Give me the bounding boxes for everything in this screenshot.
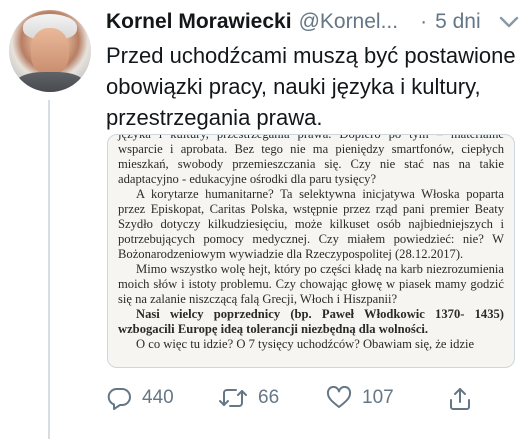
author-avatar[interactable]: [9, 10, 91, 92]
reply-icon: [107, 388, 131, 410]
reply-count: 440: [142, 387, 174, 408]
avatar-body: [15, 72, 85, 92]
document-paragraph: języka i kultury, przestrzegania prawa. …: [118, 134, 504, 186]
retweet-icon: [219, 389, 247, 407]
tweet-actions: 440 66 107: [0, 386, 529, 412]
share-icon: [450, 388, 470, 410]
document-paragraph: A korytarze humanitarne? Ta selektywna i…: [118, 187, 504, 261]
tweet-timestamp[interactable]: 5 dni: [435, 10, 481, 34]
tweet-text: Przed uchodźcami muszą być postawione ob…: [106, 43, 516, 130]
document-paragraph: Nasi wielcy poprzednicy (bp. Paweł Włodk…: [118, 307, 504, 336]
like-button[interactable]: 107: [326, 386, 394, 410]
tweet-header: Kornel Morawiecki @Kornel... · 5 dni: [106, 10, 481, 38]
document-paragraph: O co więc tu idzie? O 7 tysięcy uchodźcó…: [136, 337, 475, 351]
retweet-button[interactable]: 66: [218, 386, 279, 410]
time-separator: ·: [420, 10, 428, 33]
avatar-face: [31, 28, 69, 74]
document-paragraph: Mimo wszystko wolę hejt, który po części…: [118, 262, 504, 306]
author-name[interactable]: Kornel Morawiecki: [106, 10, 292, 34]
document-scan: języka i kultury, przestrzegania prawa. …: [118, 134, 504, 352]
like-count: 107: [362, 387, 394, 408]
chevron-down-icon[interactable]: [497, 12, 521, 32]
retweet-count: 66: [258, 387, 280, 408]
author-handle[interactable]: @Kornel...: [299, 10, 399, 34]
heart-icon: [326, 386, 352, 408]
attached-image[interactable]: języka i kultury, przestrzegania prawa. …: [107, 134, 515, 368]
share-button[interactable]: [447, 386, 473, 412]
reply-button[interactable]: 440: [106, 386, 174, 410]
